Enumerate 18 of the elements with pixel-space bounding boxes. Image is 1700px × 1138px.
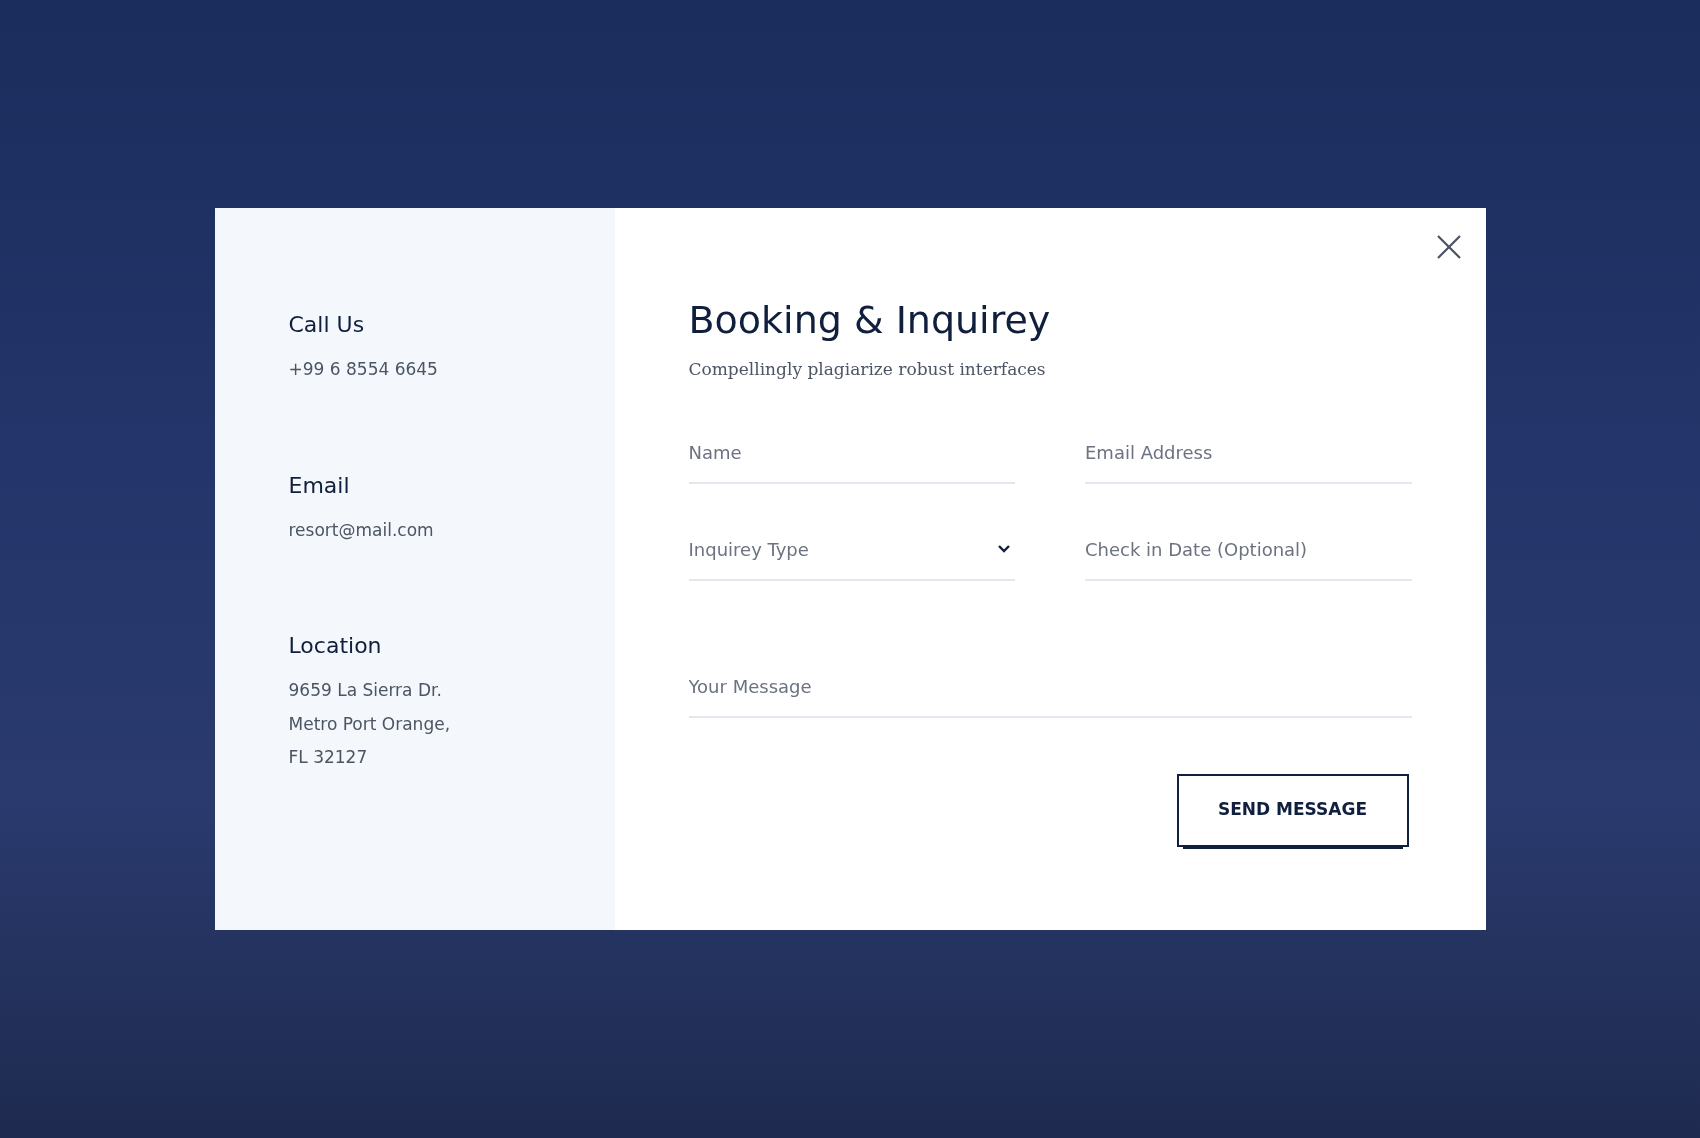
input-field[interactable]: Email Address — [1085, 430, 1412, 484]
input-field[interactable]: Name — [688, 430, 1015, 484]
contact-text: +99 6 8554 6645 — [288, 358, 439, 381]
send-message-button[interactable]: SEND MESSAGE — [1176, 773, 1409, 847]
close-icon[interactable] — [1435, 234, 1462, 260]
contact-heading: Call Us — [288, 311, 366, 339]
contact-text: 9659 La Sierra Dr. — [288, 679, 443, 702]
form-subtitle: Compellingly plagiarize robust interfaces — [688, 358, 1047, 381]
form-title: Booking & Inquirey — [688, 297, 1052, 344]
input-field[interactable]: Check in Date (Optional) — [1085, 527, 1412, 581]
contact-heading: Location — [288, 632, 383, 660]
contact-text: resort@mail.com — [288, 518, 435, 542]
contact-text: Metro Port Orange, — [288, 712, 452, 736]
contact-heading: Email — [288, 471, 351, 500]
inquiry-type-dropdown[interactable]: Inquirey Type — [688, 527, 1015, 581]
contact-text: FL 32127 — [288, 746, 369, 769]
chevron-down-icon — [997, 544, 1011, 554]
message-field[interactable]: Your Message — [688, 664, 1412, 718]
